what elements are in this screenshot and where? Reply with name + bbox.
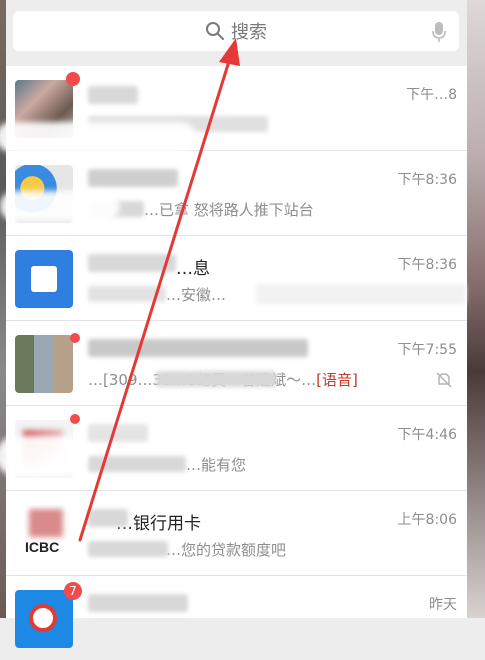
preview-redacted: [156, 371, 276, 387]
bank-logo-blur: [29, 509, 63, 537]
title-redacted: [88, 339, 308, 357]
chat-row[interactable]: 下午…8: [0, 66, 467, 152]
chat-row[interactable]: …已拿 怒将路人推下站台 下午8:36: [0, 151, 467, 236]
chat-time: 下午8:36: [397, 172, 457, 188]
chat-time: 下午8:36: [397, 257, 457, 273]
chat-list-screen: 搜索 下午…8 …已拿 怒将路人推下站台 下午8:36 …息 …安徽… 下午8:…: [0, 0, 467, 648]
avatar-logo: [29, 604, 57, 632]
title-redacted: [88, 254, 176, 272]
avatar: [15, 250, 73, 308]
chat-row[interactable]: …能有您 下午4:46: [0, 406, 467, 491]
title-redacted: [88, 424, 148, 442]
preview-redacted: [88, 541, 168, 557]
title-redacted: [88, 509, 128, 527]
redaction-swash: [0, 436, 86, 476]
unread-count-badge: 7: [64, 582, 82, 600]
preview-redacted: [88, 286, 166, 302]
redaction-swash: [0, 122, 196, 152]
chat-row[interactable]: ICBC …银行用卡 …您的贷款额度吧 上午8:06: [6, 491, 467, 576]
folder-icon: [31, 266, 57, 292]
title-redacted: [88, 594, 188, 612]
unread-dot: [70, 414, 80, 424]
preview-redacted: [88, 456, 186, 472]
chat-time: 下午…8: [406, 87, 457, 103]
chat-time: 下午7:55: [397, 342, 457, 358]
chat-row[interactable]: 7 昨天: [6, 576, 467, 660]
redaction-swash: [0, 191, 120, 221]
chat-preview: …您的贷款额度吧: [166, 541, 287, 559]
title-redacted: [88, 86, 138, 104]
voice-tag: [语音]: [316, 371, 358, 389]
avatar: ICBC: [15, 505, 73, 563]
unread-dot: [66, 72, 80, 86]
chat-row[interactable]: …[309…35…1幻员～谷建斌～…[语音] 下午7:55: [6, 321, 467, 406]
background-right-edge: [467, 0, 485, 618]
chat-preview: …能有您: [186, 456, 247, 474]
chat-time: 上午8:06: [397, 512, 457, 528]
mute-bell-icon: [436, 372, 452, 388]
search-bar[interactable]: 搜索: [13, 11, 459, 51]
chat-list: 下午…8 …已拿 怒将路人推下站台 下午8:36 …息 …安徽… 下午8:36: [0, 66, 467, 660]
chat-row[interactable]: …息 …安徽… 下午8:36: [6, 236, 467, 321]
chat-preview: …安徽…: [166, 286, 227, 304]
avatar: [15, 335, 73, 393]
preview-redacted: [256, 284, 466, 304]
icbc-logo-text: ICBC: [25, 539, 60, 555]
title-redacted: [88, 169, 178, 187]
search-icon: [206, 22, 224, 40]
chat-time: 昨天: [429, 597, 457, 613]
search-placeholder: 搜索: [231, 22, 267, 43]
chat-title: …息: [176, 259, 210, 279]
chat-title: …银行用卡: [116, 514, 201, 534]
avatar: [15, 590, 73, 648]
search-header: 搜索: [6, 0, 467, 66]
chat-preview: …已拿 怒将路人推下站台: [144, 201, 314, 219]
unread-dot: [70, 333, 80, 343]
microphone-icon[interactable]: [431, 21, 447, 43]
chat-time: 下午4:46: [397, 427, 457, 443]
